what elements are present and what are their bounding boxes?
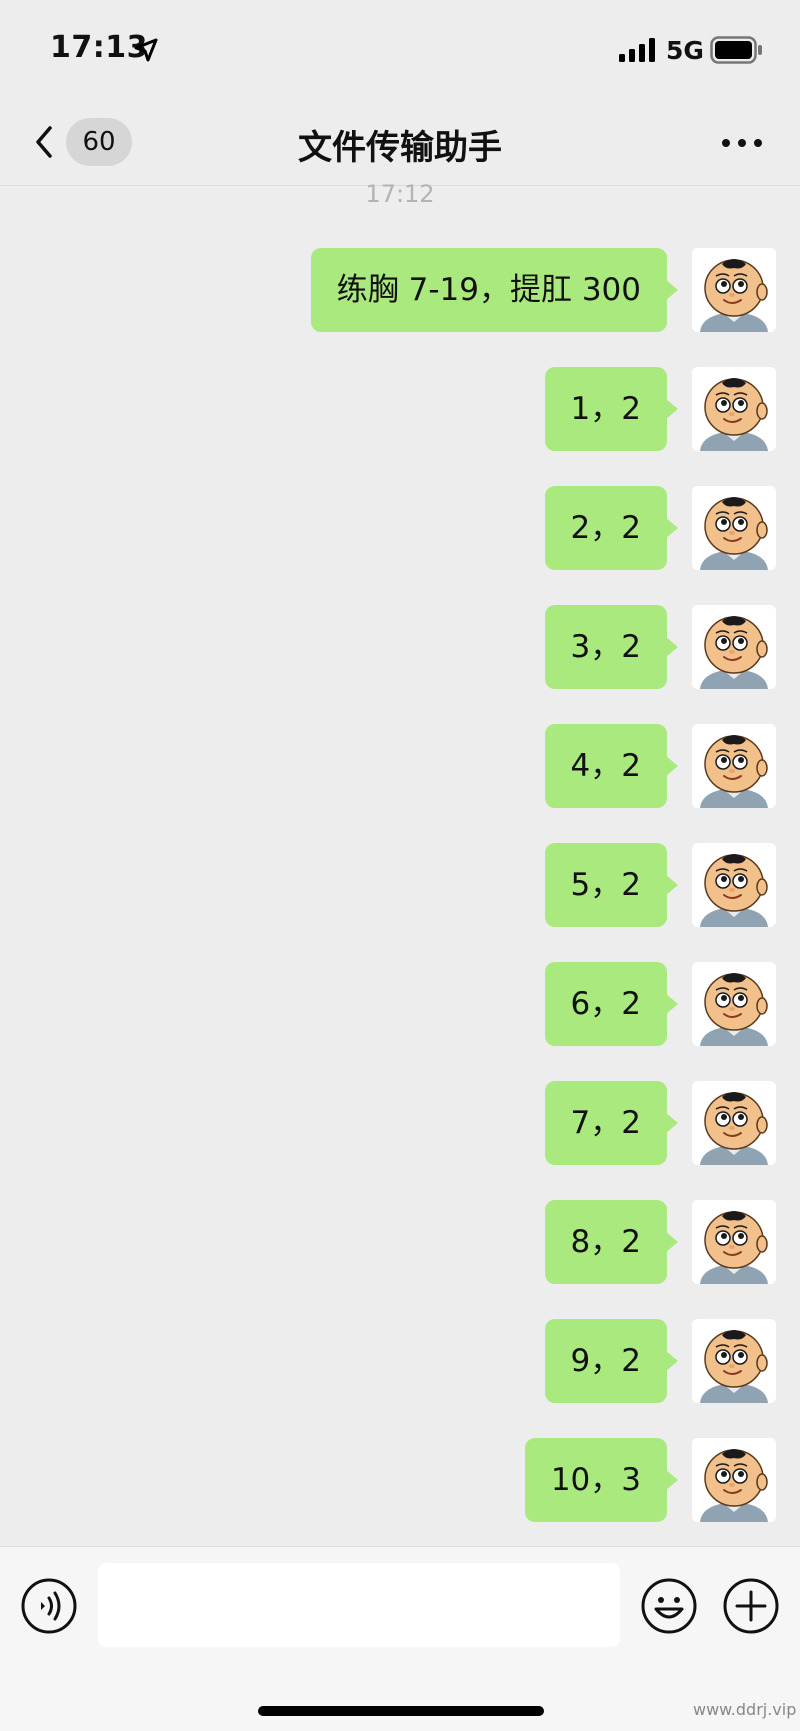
network-type: 5G xyxy=(666,36,704,65)
avatar[interactable] xyxy=(692,367,776,451)
time-divider: 17:12 xyxy=(365,180,435,208)
message-row: 10，3 xyxy=(0,1438,800,1522)
message-bubble[interactable]: 8，2 xyxy=(544,1200,679,1284)
battery-icon xyxy=(710,36,762,64)
message-row: 4，2 xyxy=(0,724,800,808)
message-bubble[interactable]: 10，3 xyxy=(524,1438,679,1522)
message-row: 3，2 xyxy=(0,605,800,689)
message-bubble[interactable]: 练胸 7-19，提肛 300 xyxy=(310,248,679,332)
message-row: 9，2 xyxy=(0,1319,800,1403)
message-bubble[interactable]: 1，2 xyxy=(544,367,679,451)
input-bar xyxy=(0,1546,800,1731)
avatar[interactable] xyxy=(692,724,776,808)
message-input[interactable] xyxy=(98,1563,620,1647)
plus-icon[interactable] xyxy=(722,1577,780,1635)
message-bubble[interactable]: 9，2 xyxy=(544,1319,679,1403)
status-bar: 17:13 5G xyxy=(0,0,800,100)
message-row: 7，2 xyxy=(0,1081,800,1165)
chevron-left-icon[interactable] xyxy=(30,122,58,162)
avatar[interactable] xyxy=(692,1081,776,1165)
message-bubble[interactable]: 6，2 xyxy=(544,962,679,1046)
avatar-cartoon-icon xyxy=(692,486,776,570)
message-bubble[interactable]: 7，2 xyxy=(544,1081,679,1165)
avatar[interactable] xyxy=(692,843,776,927)
avatar[interactable] xyxy=(692,1200,776,1284)
message-bubble[interactable]: 3，2 xyxy=(544,605,679,689)
page-title: 文件传输助手 xyxy=(298,128,502,168)
avatar-cartoon-icon xyxy=(692,605,776,689)
watermark: www.ddrj.vip xyxy=(693,1700,797,1719)
nav-bar: 60 文件传输助手 xyxy=(0,100,800,186)
message-row: 6，2 xyxy=(0,962,800,1046)
message-bubble[interactable]: 5，2 xyxy=(544,843,679,927)
avatar[interactable] xyxy=(692,248,776,332)
unread-count-badge[interactable]: 60 xyxy=(66,118,132,166)
more-dots-icon[interactable] xyxy=(720,136,764,150)
location-arrow-icon xyxy=(134,38,158,62)
avatar-cartoon-icon xyxy=(692,367,776,451)
voice-icon[interactable] xyxy=(20,1577,78,1635)
avatar-cartoon-icon xyxy=(692,1081,776,1165)
message-bubble[interactable]: 2，2 xyxy=(544,486,679,570)
signal-bars-icon xyxy=(619,38,655,62)
avatar-cartoon-icon xyxy=(692,1438,776,1522)
message-row: 8，2 xyxy=(0,1200,800,1284)
avatar-cartoon-icon xyxy=(692,843,776,927)
avatar-cartoon-icon xyxy=(692,1319,776,1403)
avatar[interactable] xyxy=(692,1319,776,1403)
avatar[interactable] xyxy=(692,486,776,570)
message-row: 练胸 7-19，提肛 300 xyxy=(0,248,800,332)
avatar[interactable] xyxy=(692,1438,776,1522)
avatar-cartoon-icon xyxy=(692,962,776,1046)
home-indicator[interactable] xyxy=(258,1706,544,1716)
message-row: 5，2 xyxy=(0,843,800,927)
avatar-cartoon-icon xyxy=(692,1200,776,1284)
avatar-cartoon-icon xyxy=(692,248,776,332)
message-bubble[interactable]: 4，2 xyxy=(544,724,679,808)
avatar[interactable] xyxy=(692,962,776,1046)
avatar-cartoon-icon xyxy=(692,724,776,808)
avatar[interactable] xyxy=(692,605,776,689)
emoji-icon[interactable] xyxy=(640,1577,698,1635)
message-row: 1，2 xyxy=(0,367,800,451)
message-row: 2，2 xyxy=(0,486,800,570)
